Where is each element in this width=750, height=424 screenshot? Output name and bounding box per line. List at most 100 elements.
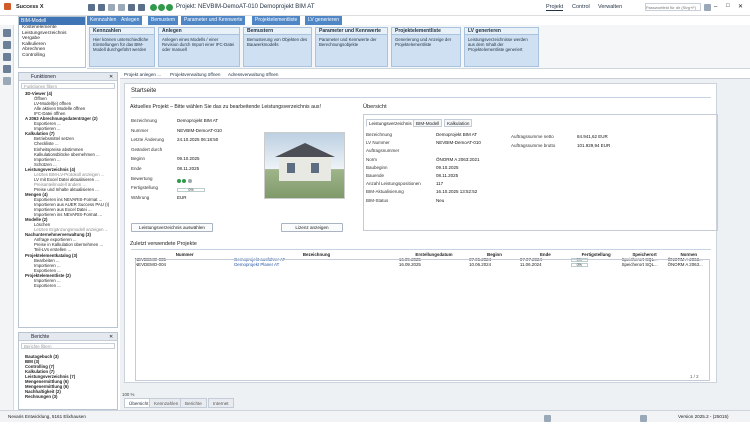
nav-settings-icon[interactable] <box>3 41 11 49</box>
app-name[interactable]: Success X <box>16 4 44 10</box>
toolbar-status-green-icon <box>150 4 157 11</box>
ribbon-group-kennzahlen[interactable]: Kennzahlen Hier können unterschiedliche E… <box>89 27 155 67</box>
topnav-control[interactable]: Control <box>572 4 590 10</box>
group-title: Parameter und Kennwerte <box>316 28 387 35</box>
field-label: Währung <box>131 194 150 200</box>
group-desc: Generierung und Anzeige der Projekteleme… <box>395 37 452 47</box>
ribbon-group-projektelementliste[interactable]: Projektelementliste Generierung und Anzei… <box>391 27 461 67</box>
field-label: Beginn <box>131 156 146 162</box>
action-new-project[interactable]: Projekt anlegen ... <box>124 70 161 79</box>
tab-kalkulation[interactable]: Kalkulation <box>444 119 473 127</box>
toolbar-undo-icon[interactable] <box>108 4 115 11</box>
panel-close-icon[interactable]: ✕ <box>109 74 113 80</box>
tab-bim-modell[interactable]: BIM-Modell <box>413 119 443 127</box>
table-cell: Demoprojekt Planer AT <box>234 262 399 267</box>
status-company: Nevaris Entwicklung, 5161 Elixhausen <box>8 414 86 419</box>
functions-panel-title: Funktionen <box>19 73 117 81</box>
status-bar: Nevaris Entwicklung, 5161 Elixhausen Ver… <box>0 410 750 424</box>
overview-label: Bauende <box>366 173 385 178</box>
field-label: Bewertung <box>131 175 153 181</box>
reports-search-input[interactable]: Berichte filtern <box>21 343 115 349</box>
sum-label: Auftragssumme brutto <box>511 142 556 148</box>
nav-calc-icon[interactable] <box>3 65 11 73</box>
tab-internet[interactable]: Internet <box>208 398 234 408</box>
report-group[interactable]: Rechnungen (3) <box>22 394 117 399</box>
cell-text: 11.06.2024 <box>519 262 542 267</box>
topnav-verwalten[interactable]: Verwalten <box>598 4 622 10</box>
toolbar-redo-icon[interactable] <box>118 4 125 11</box>
tree-item[interactable]: Exportieren ... <box>22 283 117 288</box>
status-grid-icon[interactable] <box>640 413 647 424</box>
toolbar-status-green-icon <box>166 4 173 11</box>
cell-text[interactable]: Demoprojekt Planer AT <box>234 262 279 267</box>
toolbar-print-icon[interactable] <box>128 4 135 11</box>
ribbon-tab-anlegen[interactable]: Anlegen <box>118 16 144 25</box>
overview-title: Übersicht <box>363 104 387 110</box>
building-model-image <box>264 132 345 199</box>
overview-label: Anzahl Leistungspositionen <box>366 181 421 187</box>
toolbar-mail-icon[interactable] <box>138 4 145 11</box>
field-value: 08.11.2025 <box>177 166 200 171</box>
ribbon-group-anlegen[interactable]: Anlegen Anlegen eines Modells / einer Rev… <box>158 27 240 67</box>
toolbar-home-icon[interactable] <box>88 4 95 11</box>
overview-label: Norm <box>366 156 377 162</box>
toolbar-save-icon[interactable] <box>98 4 105 11</box>
ribbon-tab-bemustern[interactable]: Bemustern <box>148 16 180 25</box>
overview-value: 09.10.2025 <box>436 164 459 170</box>
action-open-address-mgmt[interactable]: Adressverwaltung öffnen <box>228 70 278 79</box>
cell-text: NEVDEMO-004 <box>135 262 166 267</box>
search-input[interactable] <box>645 3 701 11</box>
recent-projects-title: Zuletzt verwendete Projekte <box>130 241 197 247</box>
ribbon-group-bemustern[interactable]: Bemustern Bemusterung von Objekten des Ba… <box>243 27 312 67</box>
minimize-icon[interactable]: – <box>714 4 717 10</box>
table-cell: NEVDEMO-004 <box>135 262 234 267</box>
field-label: Bezeichnung <box>131 118 158 123</box>
table-cell: 16.09.2025 <box>399 262 469 267</box>
field-value: NEVBIM-DemoAT-010 <box>177 127 222 133</box>
tab-berichte[interactable]: Berichte <box>180 398 207 408</box>
ribbon-group-lv-generieren[interactable]: LV generieren Leistungsverzeichnisse werd… <box>464 27 539 67</box>
table-cell: 0% <box>570 262 622 267</box>
functions-search-input[interactable]: Funktionen filtern <box>21 83 115 89</box>
ribbon-tab-lv-generieren[interactable]: LV generieren <box>305 16 344 25</box>
nav-doc-icon[interactable] <box>3 77 11 85</box>
show-license-button[interactable]: Lizenz anzeigen <box>281 223 343 232</box>
ribbon-group-parameter[interactable]: Parameter und Kennwerte Parameter und Ken… <box>315 27 388 67</box>
tab-leistungsverzeichnis[interactable]: Leistungsverzeichnis <box>366 119 415 127</box>
status-db-icon[interactable] <box>544 413 551 424</box>
table-row[interactable]: NEVDEMO-004 Demoprojekt Planer AT 16.09.20… <box>135 262 710 267</box>
ribbon-tab-projektelementliste[interactable]: Projektelementliste <box>252 16 302 25</box>
overview-label: BIM-Aktualisierung <box>366 189 404 195</box>
content-area: Projekt anlegen ... Projektverwaltung öf… <box>120 70 750 410</box>
tab-kennzahlen[interactable]: Kennzahlen <box>149 398 184 408</box>
topnav-projekt[interactable]: Projekt <box>546 4 564 11</box>
overview-value: 16.10.2025 13:52:52 <box>436 189 478 195</box>
zoom-level[interactable]: 100 % <box>122 392 134 397</box>
bottom-tabs: Übersicht Kennzahlen Berichte Internet <box>124 398 724 408</box>
nav-project-icon[interactable] <box>3 29 11 37</box>
sum-value: 101.929,94 EUR <box>577 142 611 148</box>
ribbon-tab-bar: Kennzahlen Anlegen Bemustern Parameter u… <box>0 16 750 25</box>
reports-tree: Bautagebuch (3) BIM (3) Controlling (7) Kal… <box>19 351 117 399</box>
nav-model-icon[interactable] <box>3 53 11 61</box>
field-label: Ende <box>131 166 142 171</box>
progress-value: 0% <box>570 263 588 267</box>
reports-panel: Berichte ✕ Berichte filtern Bautagebuch … <box>18 332 118 410</box>
recent-projects-table: Nummer Bezeichnung Erstellungsdatum Beginn E… <box>135 252 710 267</box>
overview-value: Neu <box>436 197 445 203</box>
overview-box <box>363 114 718 231</box>
bim-list-item[interactable]: Controlling <box>19 53 85 59</box>
table-cell: 11.06.2024 <box>520 262 571 267</box>
close-icon[interactable]: ✕ <box>738 3 743 10</box>
panel-close-icon[interactable]: ✕ <box>109 334 113 340</box>
completion-bar: 0% <box>177 188 205 192</box>
help-icon[interactable] <box>704 4 711 11</box>
maximize-icon[interactable]: □ <box>726 3 730 9</box>
ribbon-tab-parameter[interactable]: Parameter und Kennwerte <box>181 16 247 25</box>
action-open-project-mgmt[interactable]: Projektverwaltung öffnen <box>170 70 220 79</box>
ribbon-tab-kennzahlen[interactable]: Kennzahlen <box>87 16 121 25</box>
group-title: LV generieren <box>465 28 538 35</box>
overview-label: Auftragsnummer <box>366 148 400 154</box>
select-lv-button[interactable]: Leistungsverzeichnis auswählen <box>131 223 213 232</box>
page-title: Startseite <box>131 88 157 94</box>
